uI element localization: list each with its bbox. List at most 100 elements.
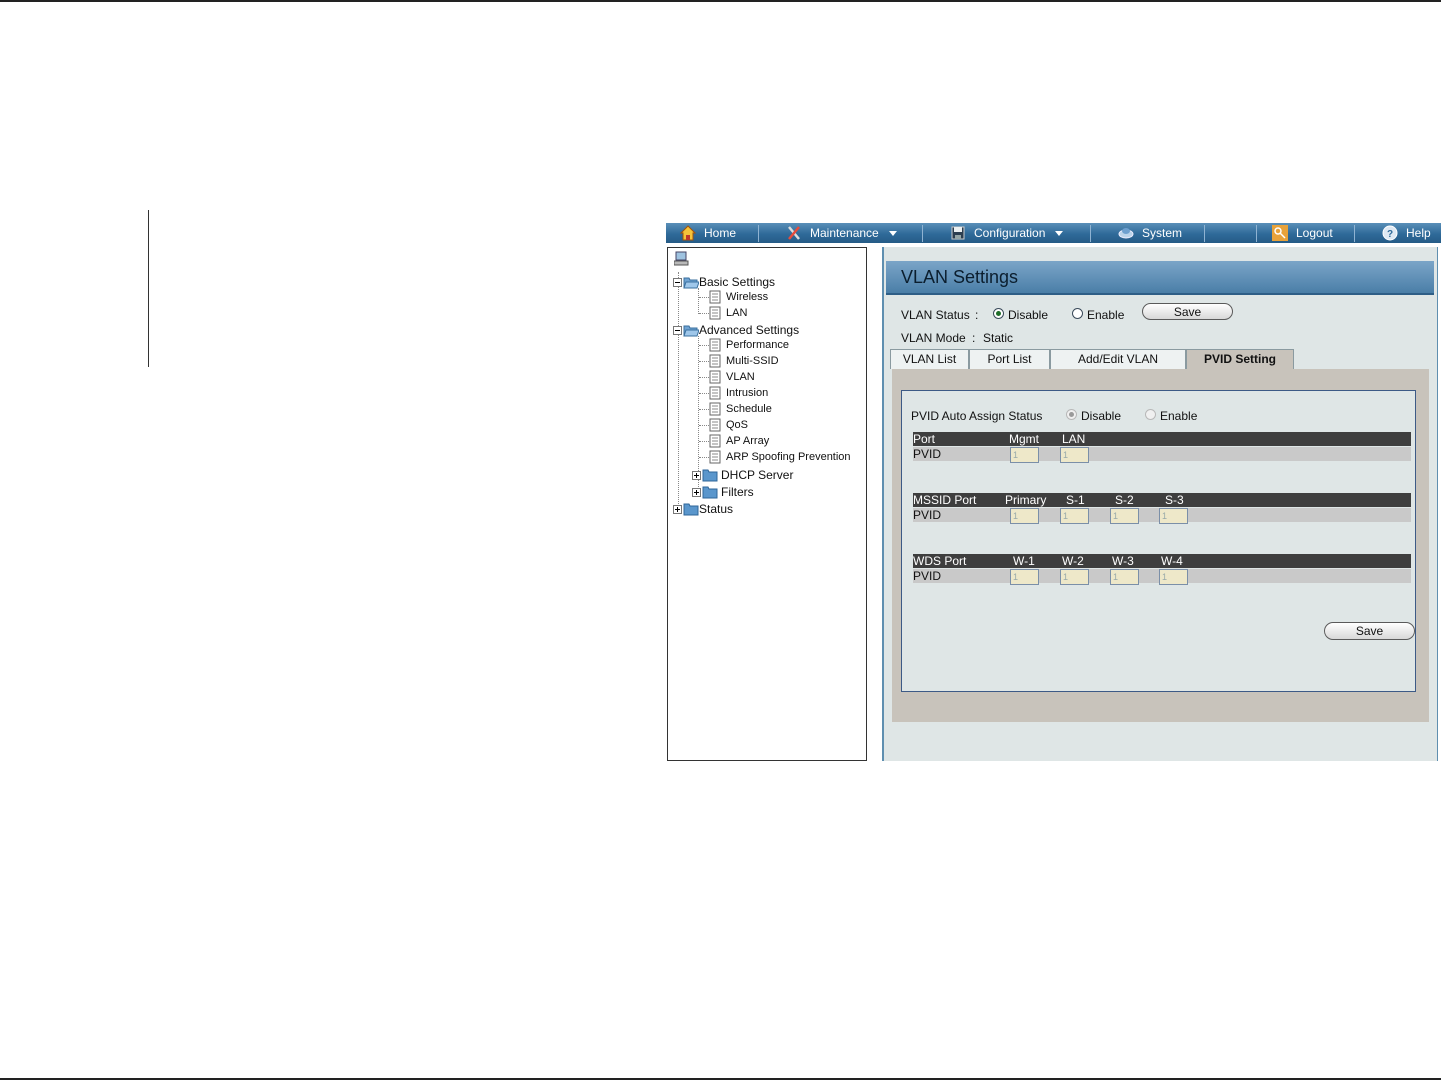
- menu-separator: [1256, 225, 1257, 242]
- tree-item-performance[interactable]: Performance: [709, 338, 789, 352]
- floppy-icon: [951, 226, 965, 240]
- mssid-header-cell: Primary: [1005, 493, 1047, 507]
- menu-separator: [1090, 225, 1091, 242]
- collapse-icon[interactable]: [673, 277, 682, 287]
- port-header-cell: Mgmt: [1009, 432, 1039, 446]
- pvid-w2-input[interactable]: [1060, 569, 1089, 585]
- wds-header-cell: W-4: [1161, 554, 1183, 568]
- menu-home[interactable]: Home: [680, 223, 736, 243]
- pvid-s3-input[interactable]: [1159, 508, 1188, 524]
- vlan-status-disable-label: Disable: [1008, 308, 1049, 322]
- pvid-s2-input[interactable]: [1110, 508, 1139, 524]
- pvid-w4-input[interactable]: [1159, 569, 1188, 585]
- menu-system-label: System: [1142, 226, 1183, 240]
- tree-basic-settings[interactable]: Basic Settings: [673, 275, 775, 289]
- menu-logout-label: Logout: [1296, 226, 1333, 240]
- pvid-auto-disable-label: Disable: [1081, 409, 1122, 423]
- tree-item-schedule[interactable]: Schedule: [709, 402, 772, 416]
- tree-filters-label: Filters: [721, 485, 754, 499]
- pvid-lan-input[interactable]: [1060, 447, 1089, 463]
- margin-rule: [148, 210, 149, 367]
- pvid-mgmt-input[interactable]: [1010, 447, 1039, 463]
- tree-item-ap-array[interactable]: AP Array: [709, 434, 769, 448]
- tree-item-arp-spoofing-prevention[interactable]: ARP Spoofing Prevention: [709, 450, 851, 464]
- folder-icon: [702, 486, 718, 499]
- svg-text:?: ?: [1387, 229, 1393, 240]
- pvid-save-button[interactable]: Save: [1324, 622, 1415, 640]
- tree-item-label: Performance: [726, 339, 789, 351]
- chevron-down-icon: [888, 230, 897, 236]
- mssid-header-cell: MSSID Port: [913, 493, 977, 507]
- page-bottom-rule: [0, 1078, 1441, 1080]
- wds-header-cell: W-2: [1062, 554, 1084, 568]
- vlan-status-label: VLAN Status: [901, 308, 970, 322]
- page-icon: [709, 402, 721, 416]
- pvid-s1-input[interactable]: [1060, 508, 1089, 524]
- expand-icon[interactable]: [692, 487, 701, 497]
- menu-logout[interactable]: Logout: [1272, 223, 1333, 243]
- expand-icon[interactable]: [673, 504, 682, 514]
- port-header-cell: LAN: [1062, 432, 1086, 446]
- key-icon: [1272, 225, 1288, 241]
- tree-guide: [699, 425, 709, 426]
- pvid-w3-input[interactable]: [1110, 569, 1139, 585]
- content-panel: VLAN Settings VLAN Status : Disable Enab…: [882, 247, 1438, 761]
- page-title: VLAN Settings: [901, 267, 1019, 287]
- page-icon: [709, 354, 721, 368]
- mssid-pvid-row: PVID: [913, 508, 1411, 524]
- help-icon: ?: [1382, 225, 1398, 241]
- tree-guide: [699, 441, 709, 442]
- page-icon: [709, 306, 721, 320]
- tree-dhcp-server[interactable]: DHCP Server: [692, 468, 793, 482]
- tree-item-lan[interactable]: LAN: [709, 306, 747, 320]
- tree-guide: [698, 288, 699, 314]
- tree-filters[interactable]: Filters: [692, 485, 754, 499]
- page-icon: [709, 418, 721, 432]
- tree-item-wireless[interactable]: Wireless: [709, 290, 768, 304]
- tree-item-label: Schedule: [726, 403, 772, 415]
- tab-pvid-setting[interactable]: PVID Setting: [1186, 349, 1294, 369]
- tree-item-qos[interactable]: QoS: [709, 418, 748, 432]
- pvid-primary-input[interactable]: [1010, 508, 1039, 524]
- tree-guide: [699, 361, 709, 362]
- tree-status[interactable]: Status: [673, 502, 733, 516]
- tree-item-intrusion[interactable]: Intrusion: [709, 386, 768, 400]
- pvid-row-label: PVID: [913, 508, 942, 522]
- tree-item-label: Multi-SSID: [726, 355, 779, 367]
- wds-header-cell: W-1: [1013, 554, 1035, 568]
- menu-help-label: Help: [1406, 226, 1431, 240]
- pvid-w1-input[interactable]: [1010, 569, 1039, 585]
- tree-item-label: Intrusion: [726, 387, 769, 399]
- tab-add-edit-vlan[interactable]: Add/Edit VLAN: [1050, 349, 1186, 369]
- vlan-status-enable-radio[interactable]: [1072, 308, 1083, 319]
- menu-system[interactable]: System: [1118, 223, 1182, 243]
- menu-help[interactable]: ? Help: [1382, 223, 1431, 243]
- tree-item-label: AP Array: [726, 435, 770, 447]
- nav-tree: Basic Settings Wireless LAN Advanced Set…: [667, 247, 867, 761]
- tree-item-label: Wireless: [726, 291, 769, 303]
- content-header: VLAN Settings: [886, 261, 1434, 295]
- pvid-auto-disable-radio[interactable]: [1066, 409, 1077, 420]
- vlan-mode-label: VLAN Mode: [901, 331, 966, 345]
- colon: :: [972, 331, 976, 345]
- collapse-icon[interactable]: [673, 325, 682, 335]
- pvid-auto-enable-radio[interactable]: [1145, 409, 1156, 420]
- tab-vlan-list[interactable]: VLAN List: [890, 349, 969, 369]
- vlan-save-button[interactable]: Save: [1142, 303, 1233, 320]
- page-icon: [709, 370, 721, 384]
- menu-configuration[interactable]: Configuration: [950, 223, 1064, 243]
- page-icon: [709, 338, 721, 352]
- menu-maintenance[interactable]: Maintenance: [786, 223, 897, 243]
- mssid-header-cell: S-2: [1115, 493, 1134, 507]
- page-icon: [709, 434, 721, 448]
- tree-item-multi-ssid[interactable]: Multi-SSID: [709, 354, 779, 368]
- vlan-status-disable-radio[interactable]: [993, 308, 1004, 319]
- pvid-row-label: PVID: [913, 447, 942, 461]
- pvid-settings-box: PVID Auto Assign Status Disable Enable P…: [901, 390, 1416, 692]
- tree-item-vlan[interactable]: VLAN: [709, 370, 755, 384]
- tab-port-list[interactable]: Port List: [969, 349, 1050, 369]
- tree-advanced-settings[interactable]: Advanced Settings: [673, 323, 799, 337]
- tree-guide: [699, 457, 709, 458]
- expand-icon[interactable]: [692, 470, 701, 480]
- menu-separator: [922, 225, 923, 242]
